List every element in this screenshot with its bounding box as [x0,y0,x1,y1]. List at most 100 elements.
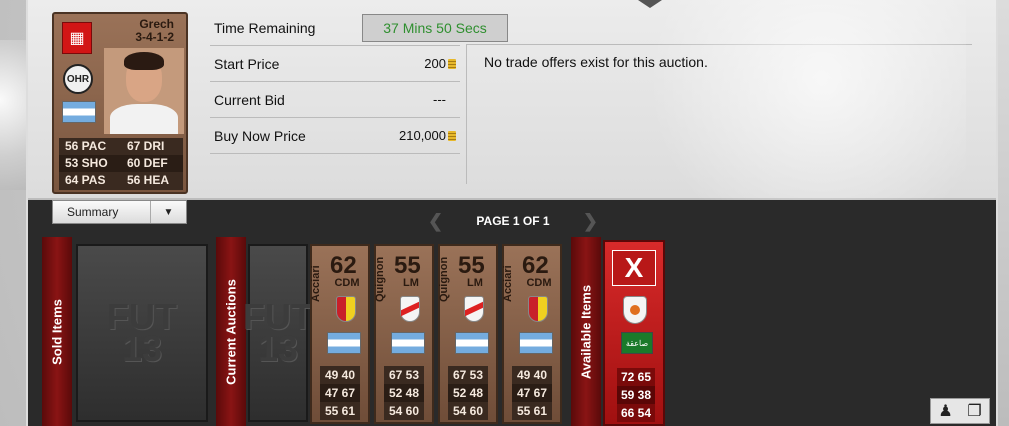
card-rating: 62 [330,252,357,279]
card-rating: 55 [394,252,421,279]
player-formation: 3-4-1-2 [135,30,174,44]
club-badge-icon [623,296,647,324]
card-stat-row: 54 60 [384,402,424,420]
view-toggle: ♟ ❐ [930,398,990,424]
current-bid-value: --- [433,92,446,107]
start-price-row: Start Price 200 [210,46,460,82]
club-badge-icon [528,296,548,322]
summary-dropdown-value: Summary [67,205,119,219]
stat-hea: 56 HEA [127,173,170,187]
chevron-down-icon: ▼ [150,201,186,223]
tab-current-auctions[interactable]: Current Auctions [216,237,246,426]
card-stat-row: 55 61 [320,402,360,420]
player-stats: 56 PAC 67 DRI 53 SHO 60 DEF 64 PAS 56 HE… [59,138,183,190]
card-stat-row: 72 65 [617,368,655,386]
fut-logo-line2: 13 [121,328,163,369]
card-stat-row: 49 40 [512,366,552,384]
background-ball-left [0,40,26,190]
summary-dropdown[interactable]: Summary ▼ [52,200,187,224]
card-player-name: Quignon [374,256,386,302]
argentina-flag-icon [391,332,425,354]
auction-card[interactable]: Acciari 62 CDM 49 40 47 67 55 61 [502,244,562,424]
card-stats: 49 40 47 67 55 61 [512,366,552,420]
card-stat-row: 54 60 [448,402,488,420]
auction-card[interactable]: Acciari 62 CDM 49 40 47 67 55 61 [310,244,370,424]
card-player-name: Quignon [438,256,450,302]
player-photo-shirt [110,104,178,134]
page-indicator: PAGE 1 OF 1 [476,214,550,228]
card-stat-row: 55 61 [512,402,552,420]
argentina-flag-icon [519,332,553,354]
card-stat-row: 52 48 [448,384,488,402]
player-photo [104,48,184,134]
window-icon[interactable]: ❐ [967,401,981,421]
pagination: ❮ PAGE 1 OF 1 ❯ [428,211,598,232]
current-bid-row: Current Bid --- [210,82,460,118]
current-bid-label: Current Bid [214,91,285,108]
current-auction-slot[interactable]: FUT 13 [243,244,313,422]
card-stats: 72 65 59 38 66 54 [617,368,655,422]
card-stat-row: 49 40 [320,366,360,384]
background-edge-right [998,0,1009,426]
person-icon[interactable]: ♟ [938,401,952,421]
divider [466,44,972,45]
player-name-block: Grech 3-4-1-2 [135,18,174,44]
auction-card[interactable]: Quignon 55 LM 67 53 52 48 54 60 [374,244,434,424]
offers-message: No trade offers exist for this auction. [484,54,708,70]
card-stat-row: 52 48 [384,384,424,402]
stat-def: 60 DEF [127,156,168,170]
fut-logo: FUT 13 [243,299,313,367]
card-stat-row: 67 53 [384,366,424,384]
stat-sho: 53 SHO [65,156,108,170]
stat-pas: 64 PAS [65,173,106,187]
club-badge-icon [400,296,420,322]
tab-current-auctions-label: Current Auctions [223,278,239,385]
card-player-name: Acciari [310,265,322,302]
card-position: LM [467,277,483,289]
stat-row: 56 PAC 67 DRI [59,138,183,155]
buy-now-label: Buy Now Price [214,127,306,144]
auction-card[interactable]: Quignon 55 LM 67 53 52 48 54 60 [438,244,498,424]
auction-info-panel: ▦ Grech 3-4-1-2 OHR 56 PAC 67 DRI 53 SHO… [28,0,996,200]
prev-page-button[interactable]: ❮ [428,211,443,232]
start-price-value-group: 200 [424,56,456,71]
player-card[interactable]: ▦ Grech 3-4-1-2 OHR 56 PAC 67 DRI 53 SHO… [52,12,188,194]
remove-button[interactable]: X [612,250,656,286]
card-position: LM [403,277,419,289]
stat-pac: 56 PAC [65,139,107,153]
club-badge-icon [464,296,484,322]
saudi-flag-icon: صاعقة [621,332,653,354]
card-stat-row: 47 67 [512,384,552,402]
player-photo-hair [124,52,164,70]
tab-sold-items[interactable]: Sold Items [42,237,72,426]
time-remaining-label: Time Remaining [214,19,316,36]
tab-available-items-label: Available Items [578,284,594,379]
card-stat-row: 47 67 [320,384,360,402]
tab-sold-items-label: Sold Items [49,298,65,365]
argentina-flag-icon [327,332,361,354]
transfer-panel: ▦ Grech 3-4-1-2 OHR 56 PAC 67 DRI 53 SHO… [26,0,998,426]
sold-items-slot[interactable]: FUT 13 [76,244,208,422]
coin-icon [448,58,456,69]
time-remaining-value: 37 Mins 50 Secs [362,14,508,42]
stat-row: 64 PAS 56 HEA [59,172,183,189]
stat-dri: 67 DRI [127,139,165,153]
card-stats: 67 53 52 48 54 60 [384,366,424,420]
card-position: CDM [526,277,552,289]
card-rating: 55 [458,252,485,279]
card-stat-row: 59 38 [617,386,655,404]
start-price-label: Start Price [214,55,280,72]
card-position: CDM [334,277,360,289]
card-stats: 49 40 47 67 55 61 [320,366,360,420]
available-item-card[interactable]: X صاعقة 72 65 59 38 66 54 [603,240,665,426]
coin-icon [448,130,456,141]
tab-available-items[interactable]: Available Items [571,237,601,426]
card-rating: 62 [522,252,549,279]
card-stats: 67 53 52 48 54 60 [448,366,488,420]
buy-now-row: Buy Now Price 210,000 [210,118,460,154]
card-stat-row: 66 54 [617,404,655,422]
fut-logo: FUT 13 [107,299,177,369]
panel-notch [638,0,662,8]
card-player-name: Acciari [502,265,514,302]
next-page-button[interactable]: ❯ [583,211,598,232]
